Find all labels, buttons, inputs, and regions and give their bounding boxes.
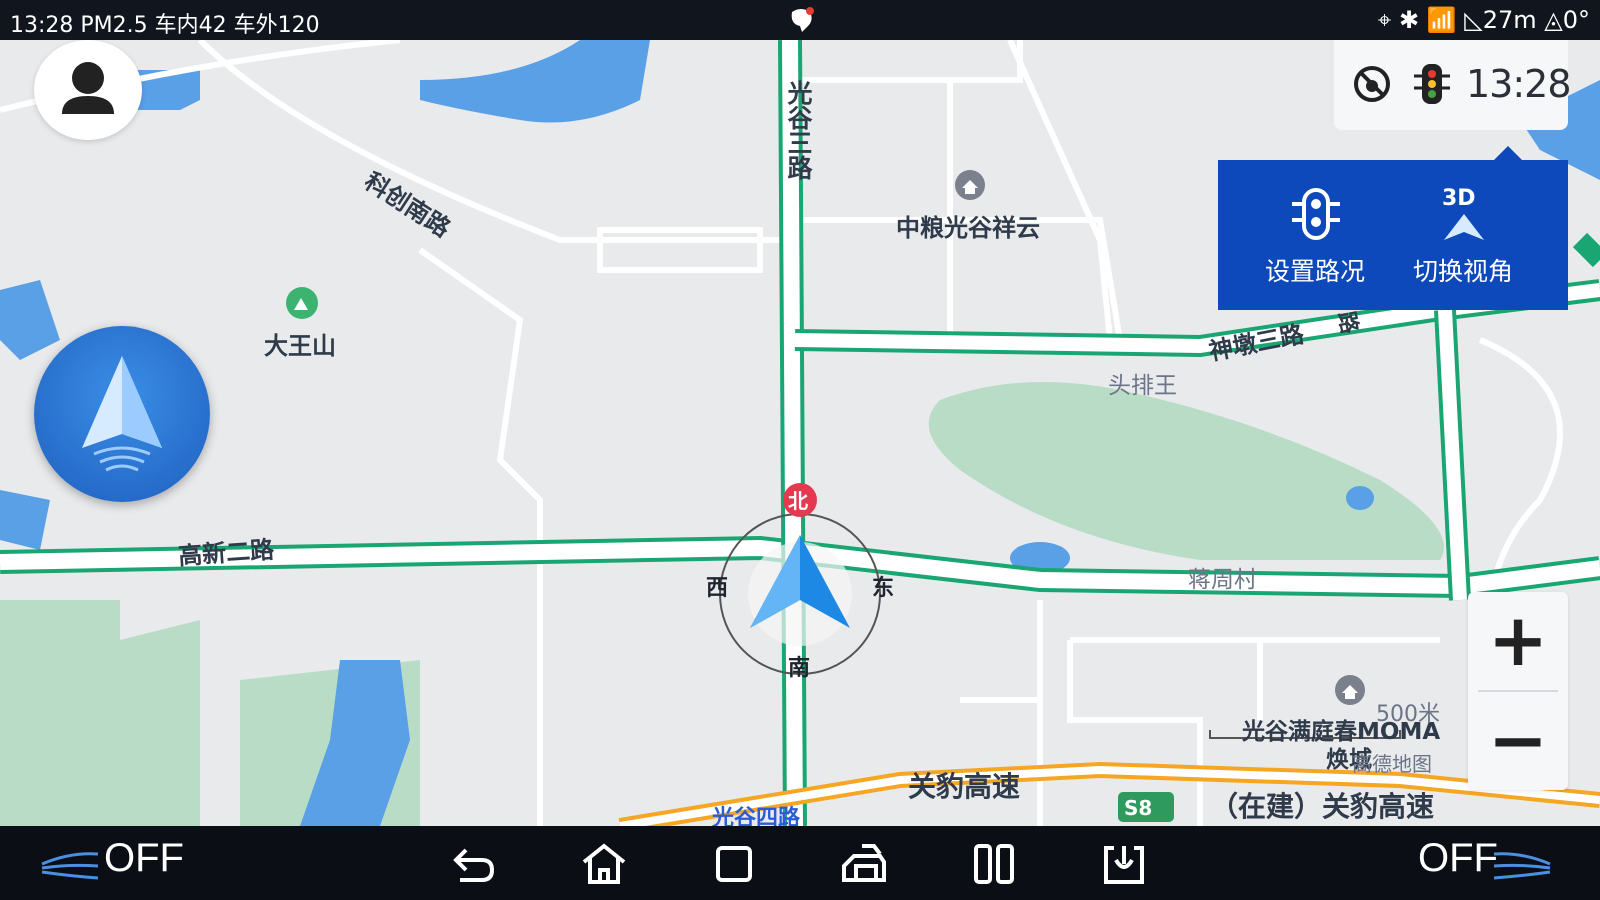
water-area (1346, 486, 1374, 510)
notification-icon[interactable] (786, 6, 816, 34)
recent-apps-icon[interactable] (710, 840, 758, 888)
altitude-icon: ◬ (1544, 6, 1563, 34)
home-icon[interactable] (580, 840, 628, 888)
bluetooth-icon: ✱ (1398, 6, 1420, 34)
split-screen-icon[interactable] (970, 840, 1018, 888)
poi-label[interactable]: 大王山 (264, 326, 336, 361)
location-icon: ⌖ (1377, 6, 1392, 34)
map-view[interactable]: 光谷三路 科创南路 高新二路 神墩三路 关豹高速 （在建）关豹高速 光谷四路 路… (0, 40, 1600, 826)
clock-time: 13:28 (1466, 62, 1572, 106)
highway-shield-label: S8 (1124, 796, 1153, 820)
traffic-light-icon (1292, 188, 1340, 240)
status-info: 13:28 PM2.5 车内42 车外120 (10, 13, 320, 38)
road-label: 高新二路 (177, 535, 276, 571)
road-label: 关豹高速 (908, 770, 1021, 803)
compass-south: 南 (788, 656, 811, 681)
poi-label[interactable]: 中粮光谷祥云 (896, 208, 1040, 243)
zoom-in-button[interactable]: + (1468, 592, 1568, 690)
navigation-arrow-icon (82, 356, 162, 472)
zoom-control: + − (1468, 592, 1568, 790)
view-badge: 3D (1442, 186, 1476, 211)
traffic-settings-label: 设置路况 (1264, 257, 1365, 286)
zoom-out-button[interactable]: − (1468, 692, 1568, 790)
park-area (928, 382, 1444, 560)
gps-accuracy: 27m (1482, 6, 1537, 34)
poi-label[interactable]: 蒋周村 (1188, 560, 1257, 594)
start-navigation-button[interactable] (34, 326, 210, 502)
road-label: 光谷四路 (712, 806, 801, 826)
car-settings-icon[interactable] (840, 840, 888, 888)
system-bar: OFF OFF (0, 826, 1600, 900)
switch-view-label: 切换视角 (1412, 257, 1513, 286)
status-right: ⌖ ✱ 📶 ◺27m ◬0° (1378, 6, 1590, 34)
left-climate-status[interactable]: OFF (104, 836, 184, 881)
traffic-settings-button[interactable]: 设置路况 (1240, 160, 1390, 310)
signal-icon: 📶 (1426, 6, 1457, 34)
clock-panel: 13:28 (1334, 40, 1572, 130)
user-profile-button[interactable] (34, 40, 142, 140)
user-icon (62, 62, 114, 114)
compass-west: 西 (706, 576, 729, 601)
traffic-light-icon[interactable] (1412, 62, 1452, 106)
right-climate-fan-icon (1493, 852, 1551, 880)
temperature: 0° (1562, 6, 1590, 34)
scale-label: 500米 (1376, 702, 1440, 727)
view-angle-icon (1444, 214, 1484, 240)
mute-voice-icon[interactable] (1352, 64, 1392, 104)
water-area (420, 40, 650, 123)
poi-label[interactable]: 头排王 (1108, 366, 1177, 400)
park-area (0, 600, 200, 826)
left-climate-fan-icon (41, 852, 99, 880)
map-watermark: 高德地图 (1352, 752, 1432, 776)
compass-east: 东 (872, 576, 895, 601)
compass-north: 北 (788, 489, 808, 513)
right-climate-status[interactable]: OFF (1418, 836, 1498, 881)
road-label: （在建）关豹高速 (1210, 790, 1435, 823)
road-label: 光谷三路 (784, 80, 813, 180)
switch-view-button[interactable]: 3D 切换视角 (1388, 160, 1538, 310)
back-icon[interactable] (450, 840, 498, 888)
quick-action-panel: 设置路况 3D 切换视角 (1218, 146, 1568, 310)
power-icon[interactable] (1100, 840, 1148, 888)
status-bar: 13:28 PM2.5 车内42 车外120 ⌖ ✱ 📶 ◺27m ◬0° (0, 0, 1600, 40)
gps-accuracy-icon: ◺ (1464, 6, 1483, 34)
